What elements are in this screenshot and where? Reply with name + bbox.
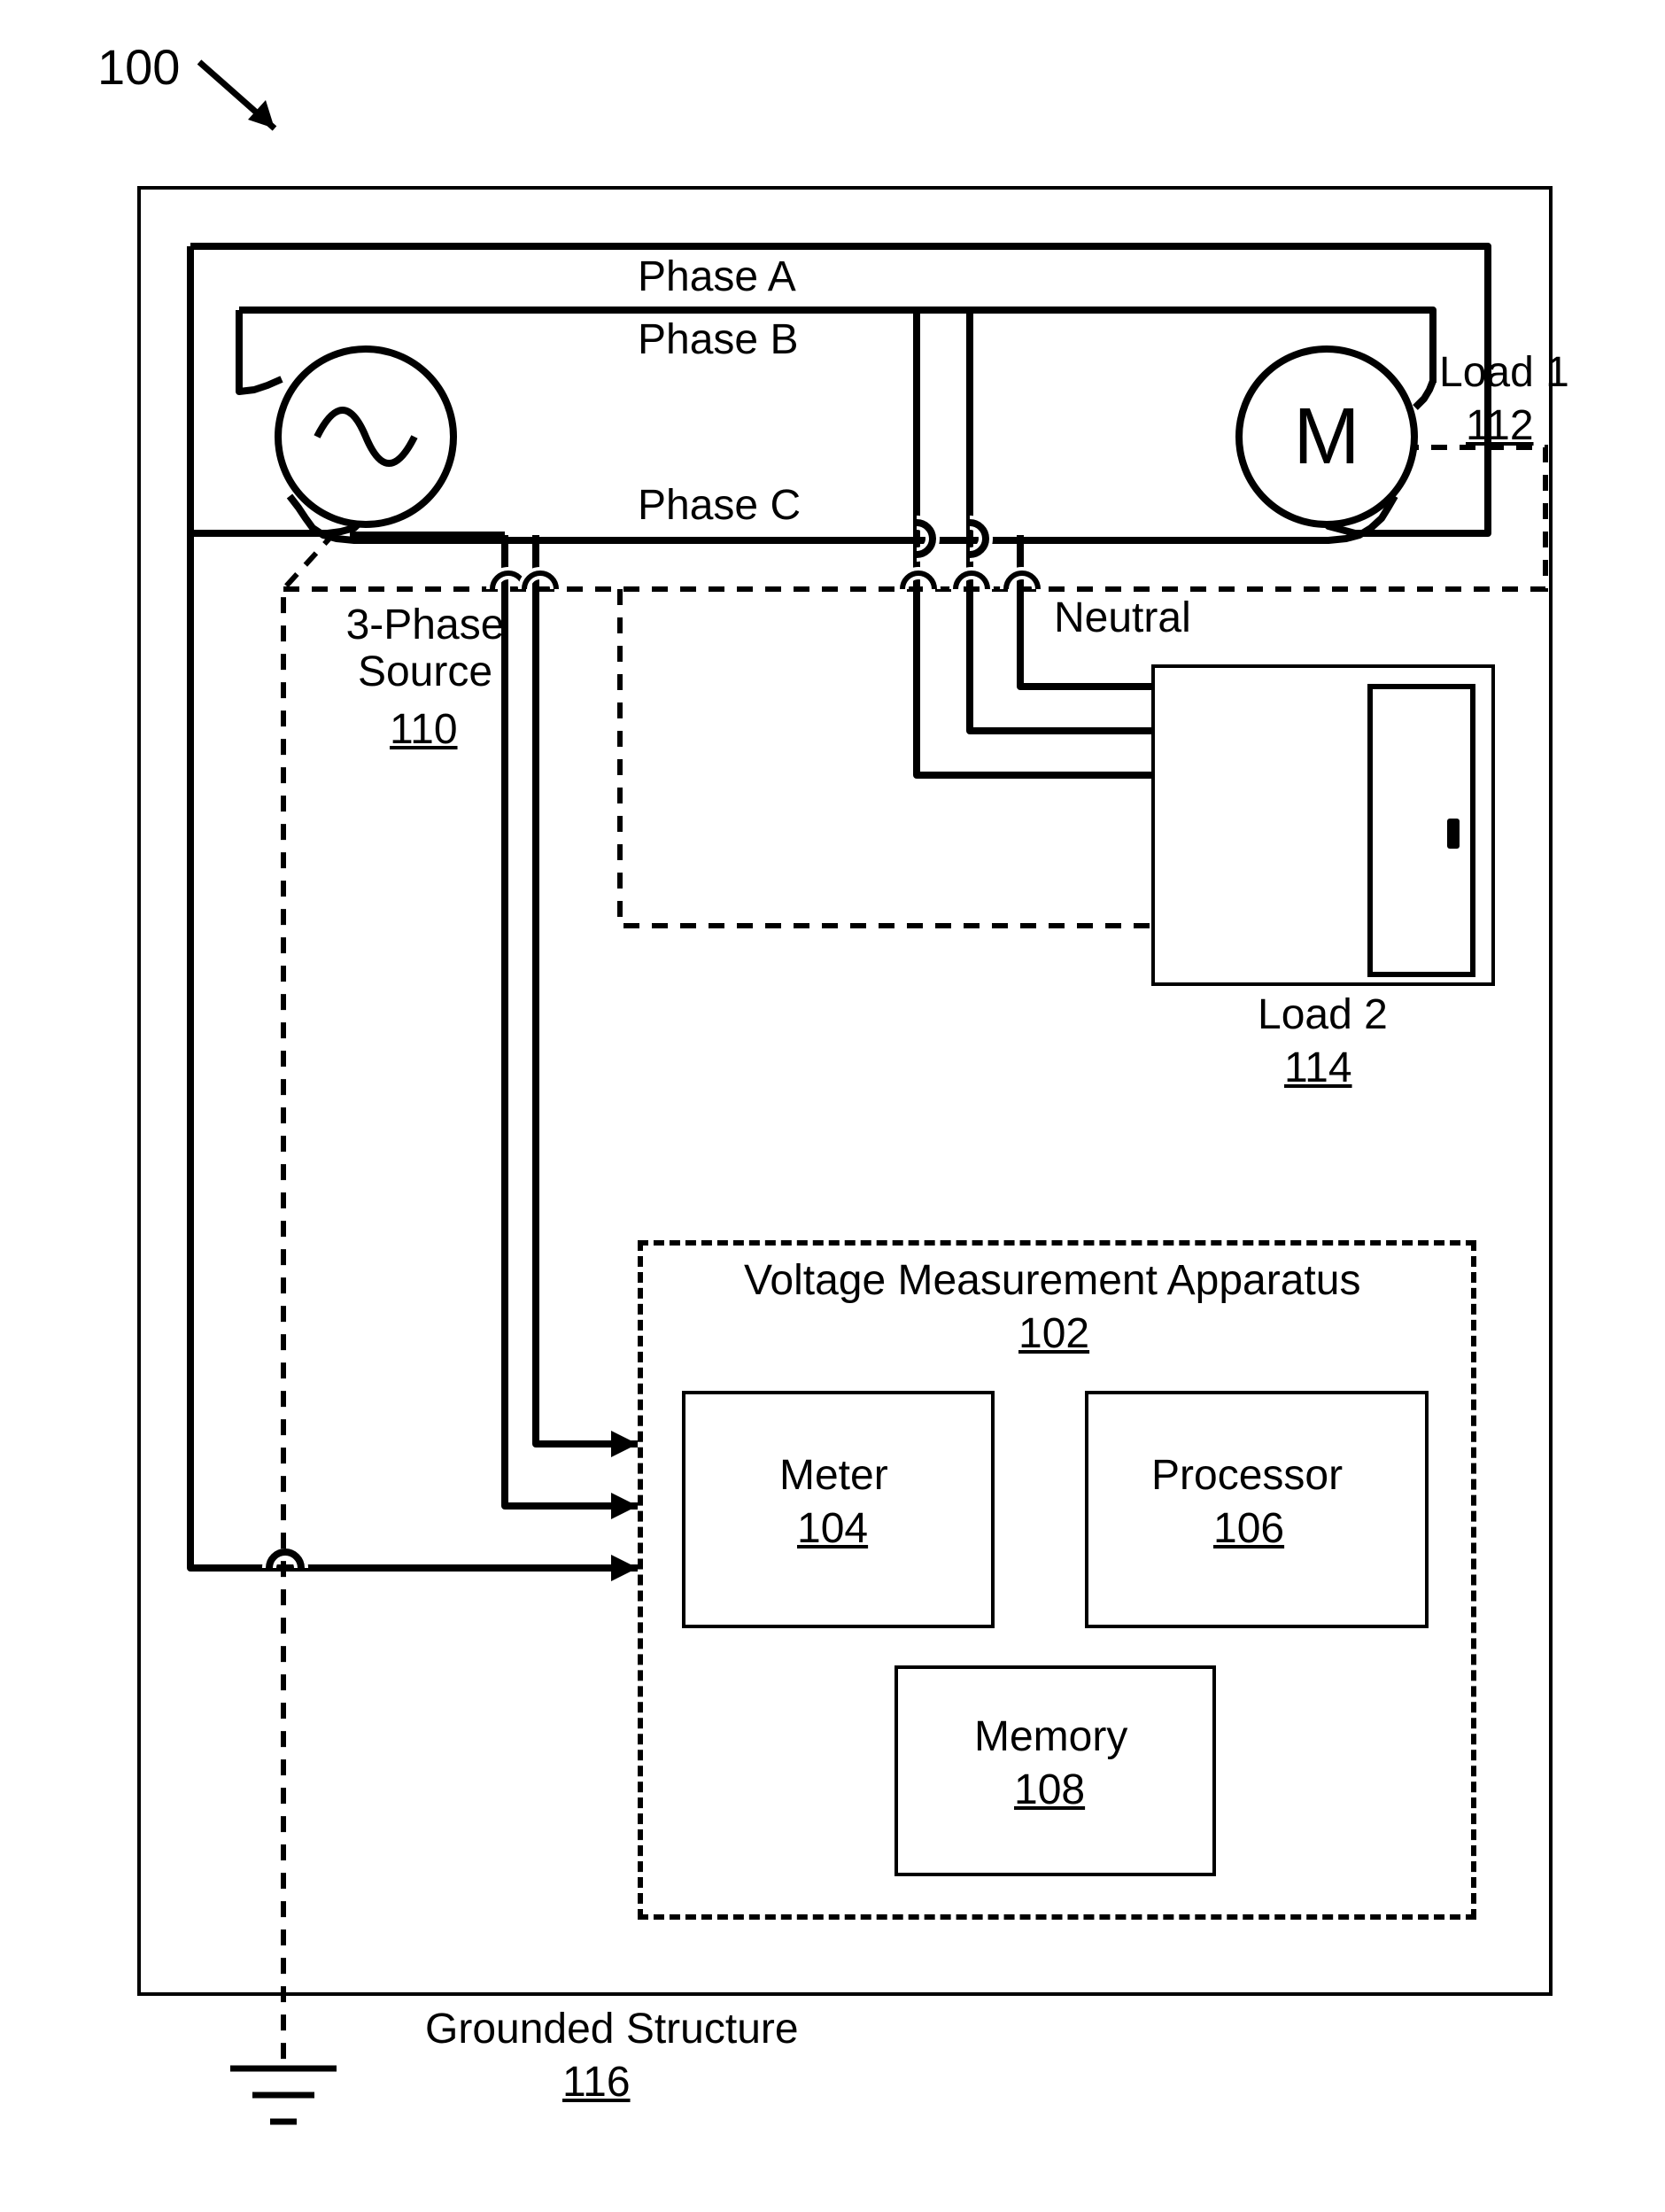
meter-label: Meter — [779, 1453, 888, 1500]
load1-ref: 112 — [1466, 403, 1534, 450]
memory-ref: 108 — [1014, 1767, 1085, 1814]
load2-ref: 114 — [1284, 1045, 1352, 1092]
source-ref: 110 — [390, 707, 458, 754]
ground-ref: 116 — [562, 2060, 631, 2107]
source-symbol — [275, 345, 457, 528]
vma-ref: 102 — [1018, 1311, 1089, 1358]
source-label: 3-Phase Source — [346, 602, 505, 696]
phase-c-label: Phase C — [638, 483, 801, 530]
load1-symbol-letter: M — [1294, 392, 1360, 483]
load1-label: Load 1 — [1439, 350, 1569, 397]
meter-ref: 104 — [797, 1506, 868, 1553]
phase-b-label: Phase B — [638, 317, 798, 364]
ground-label: Grounded Structure — [425, 2006, 799, 2053]
load2-label: Load 2 — [1258, 992, 1388, 1039]
figure-ref: 100 — [97, 40, 180, 95]
vma-title: Voltage Measurement Apparatus — [744, 1258, 1360, 1305]
load2-box — [1151, 664, 1495, 986]
processor-ref: 106 — [1213, 1506, 1284, 1553]
neutral-label: Neutral — [1054, 595, 1191, 642]
load1-symbol: M — [1235, 345, 1418, 528]
processor-label: Processor — [1151, 1453, 1343, 1500]
memory-label: Memory — [974, 1714, 1127, 1761]
phase-a-label: Phase A — [638, 254, 796, 301]
